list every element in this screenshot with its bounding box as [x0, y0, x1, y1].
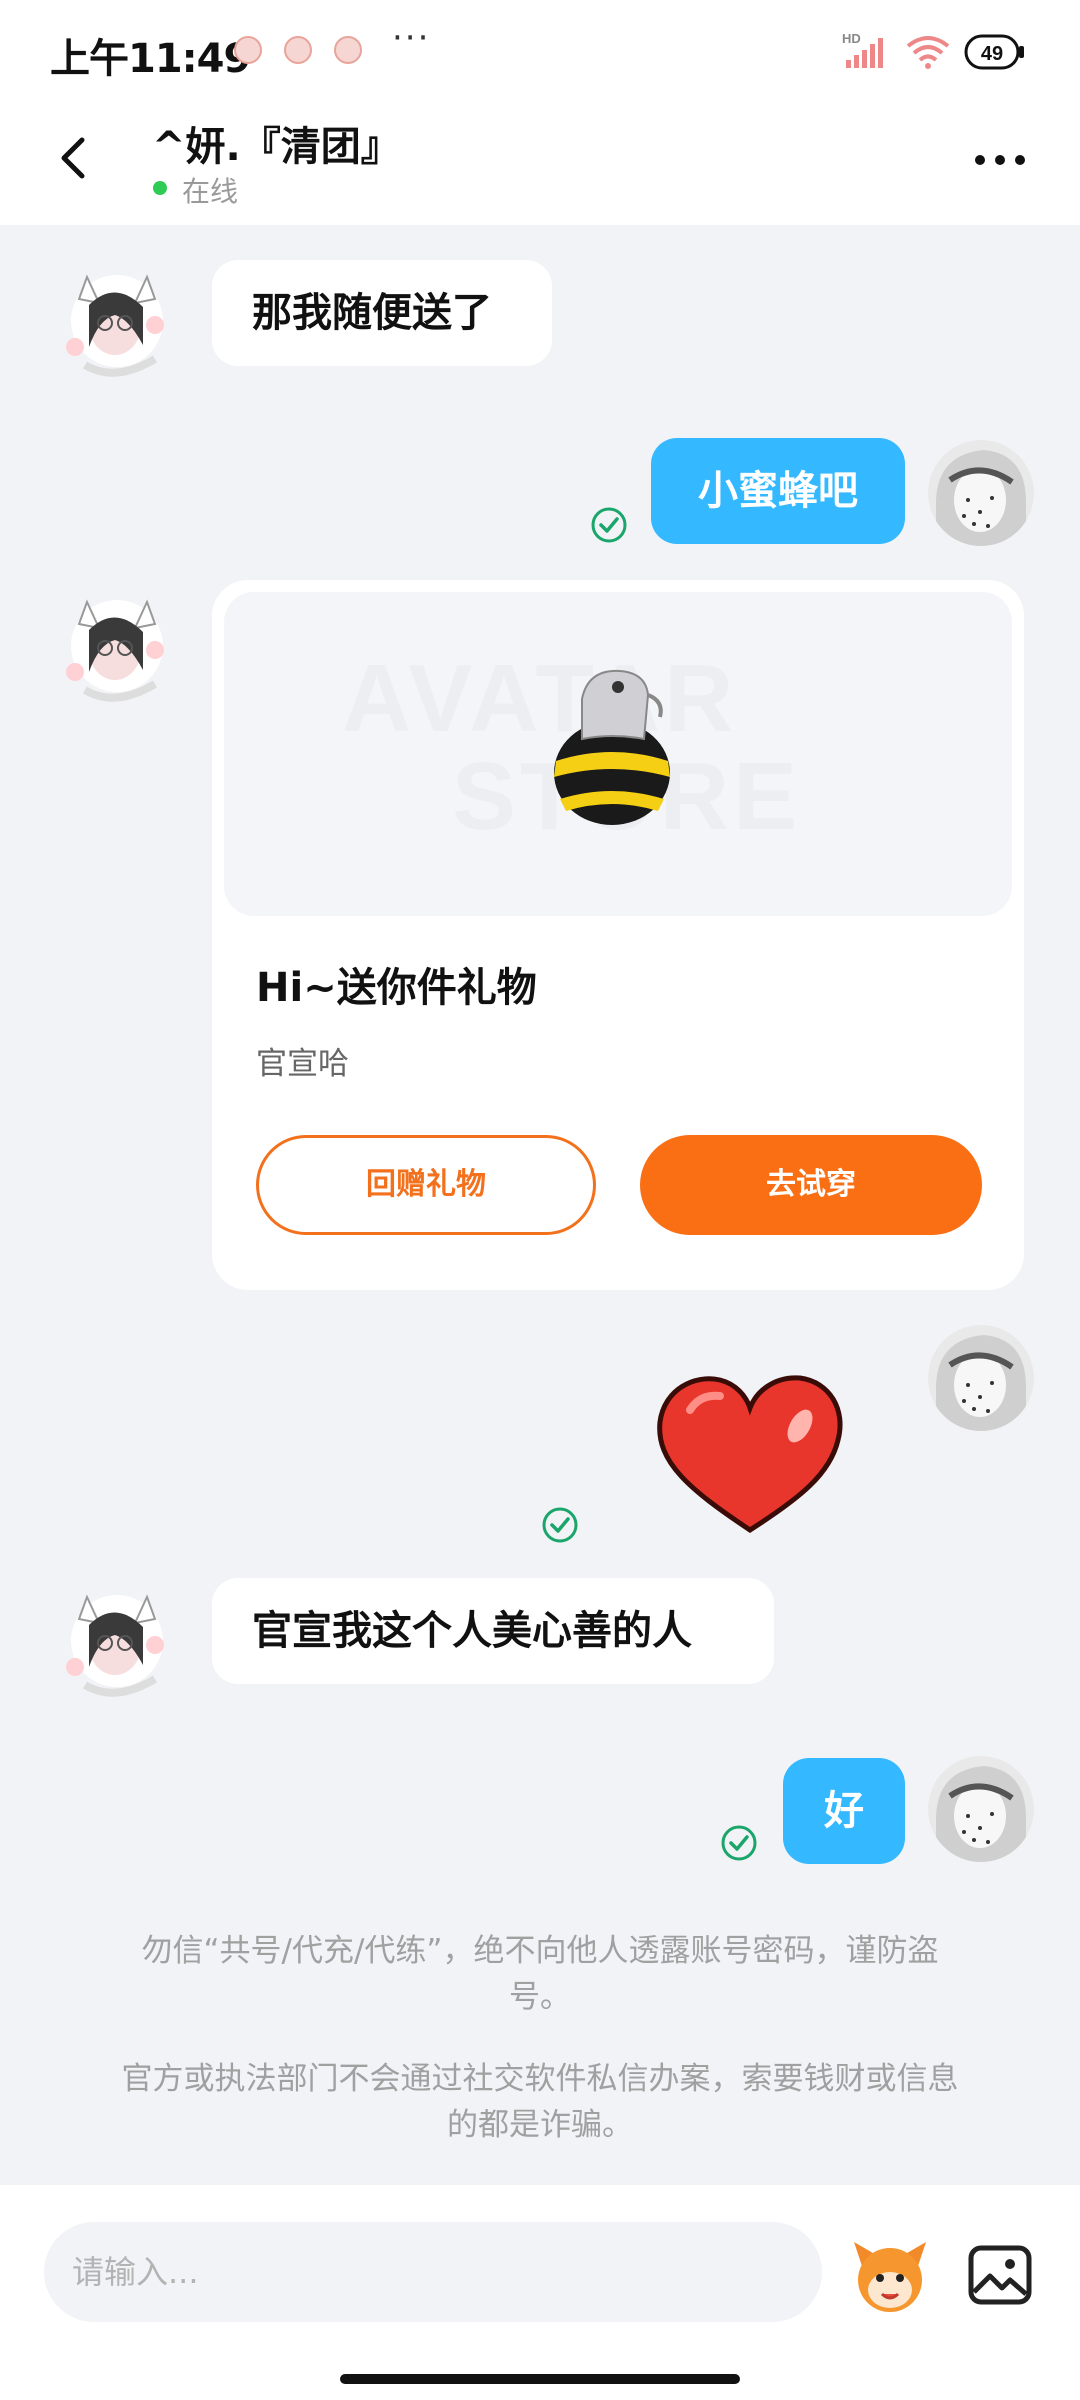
wifi-icon [906, 36, 950, 69]
read-check-icon [591, 507, 627, 543]
chat-title: ^妍.『清团』 [152, 124, 401, 170]
notice-line: 官方或执法部门不会通过社交软件私信办案，索要钱财或信息 [121, 2061, 959, 2097]
hd-signal-icon: HD [842, 31, 883, 68]
home-indicator[interactable] [340, 2374, 740, 2384]
svg-text:HD: HD [842, 31, 861, 46]
image-icon[interactable] [966, 2240, 1036, 2310]
avatar[interactable] [928, 1325, 1034, 1431]
message-bubble[interactable]: 小蜜蜂吧 [651, 438, 905, 544]
message-bubble[interactable]: 官宣我这个人美心善的人 [212, 1578, 774, 1684]
avatar[interactable] [928, 1756, 1034, 1862]
avatar[interactable] [55, 580, 175, 710]
status-overflow: ··· [392, 18, 431, 58]
notice-line: 号。 [509, 1979, 571, 2015]
read-check-icon [721, 1825, 757, 1861]
more-dots-icon[interactable] [970, 140, 1030, 180]
bee-gift-icon [554, 669, 670, 825]
notice-line: 勿信“共号/代充/代练”，绝不向他人透露账号密码，谨防盗 [141, 1933, 939, 1969]
heart-sticker[interactable] [650, 1370, 850, 1540]
notice-line: 的都是诈骗。 [447, 2107, 633, 2143]
status-time: 上午11:49 [50, 36, 251, 82]
notification-icon [334, 36, 362, 64]
notification-icon [234, 36, 262, 64]
gift-title: Hi~送你件礼物 [256, 965, 537, 1011]
return-gift-button[interactable]: 回赠礼物 [256, 1135, 596, 1235]
avatar[interactable] [55, 255, 175, 385]
back-arrow-icon[interactable] [46, 128, 106, 188]
message-input[interactable] [44, 2222, 822, 2322]
online-status: 在线 [182, 175, 239, 208]
gift-subtitle: 官宣哈 [256, 1046, 349, 1082]
battery-level: 49 [981, 43, 1003, 65]
message-bubble[interactable]: 那我随便送了 [212, 260, 552, 366]
read-check-icon [542, 1507, 578, 1543]
watermark-text: AVATAR [342, 645, 738, 752]
message-bubble[interactable]: 好 [783, 1758, 905, 1864]
online-indicator [153, 181, 167, 195]
security-notice: 官方或执法部门不会通过社交软件私信办案，索要钱财或信息 的都是诈骗。 [80, 2056, 1000, 2148]
try-on-button[interactable]: 去试穿 [640, 1135, 982, 1235]
battery-icon: 49 [964, 34, 1024, 70]
emoji-face-icon[interactable] [850, 2236, 930, 2316]
avatar[interactable] [928, 440, 1034, 546]
security-notice: 勿信“共号/代充/代练”，绝不向他人透露账号密码，谨防盗 号。 [80, 1928, 1000, 2020]
notification-icon [284, 36, 312, 64]
avatar[interactable] [55, 1575, 175, 1705]
